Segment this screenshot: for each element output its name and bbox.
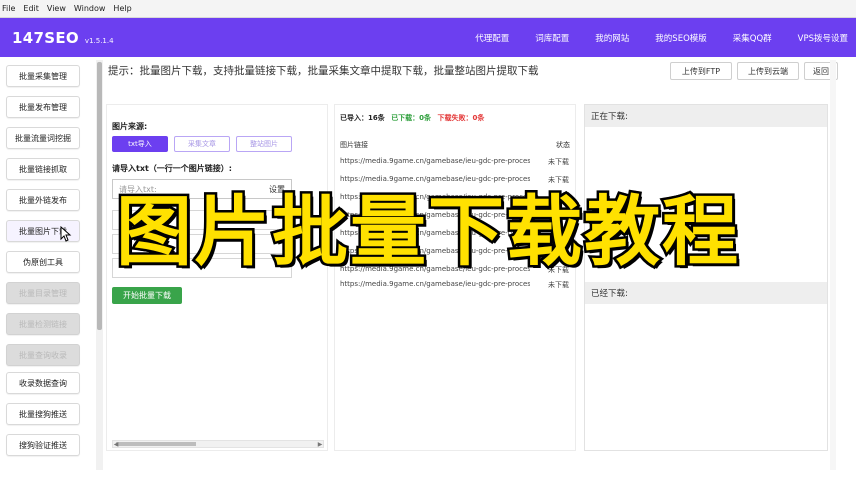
sidebar-item-directory-manage[interactable]: 批量目录管理 bbox=[6, 282, 80, 304]
upload-ftp-button[interactable]: 上传到FTP bbox=[670, 62, 732, 80]
sidebar-item-sogou-push[interactable]: 批量搜狗推送 bbox=[6, 403, 80, 425]
nav-vps-dial-settings[interactable]: VPS拨号设置 bbox=[798, 32, 848, 44]
start-download-button[interactable]: 开始批量下载 bbox=[112, 287, 182, 304]
menu-window[interactable]: Window bbox=[74, 4, 106, 13]
table-row-status: 未下载 bbox=[548, 281, 569, 289]
app-version: v1.5.1.4 bbox=[84, 36, 114, 45]
downloaded-header: 已经下载: bbox=[585, 282, 827, 304]
sidebar-item-link-crawl[interactable]: 批量链接抓取 bbox=[6, 158, 80, 180]
sidebar-item-batch-collect[interactable]: 批量采集管理 bbox=[6, 65, 80, 87]
source-txt-button[interactable]: txt导入 bbox=[112, 136, 168, 152]
downloaded-count: 已下载：0条 bbox=[391, 114, 432, 122]
page-tip: 提示：批量图片下载，支持批量链接下载，批量采集文章中提取下载，批量整站图片提取下… bbox=[108, 65, 539, 77]
sidebar-item-sogou-verify-push[interactable]: 搜狗验证推送 bbox=[6, 434, 80, 456]
scroll-right-arrow-icon[interactable]: ▶ bbox=[316, 440, 324, 448]
sidebar-item-link-check[interactable]: 批量检测链接 bbox=[6, 313, 80, 335]
table-row-url[interactable]: https://media.9game.cn/gamebase/ieu-gdc-… bbox=[340, 280, 530, 288]
source-label: 图片来源: bbox=[112, 122, 148, 131]
import-label: 请导入txt（一行一个图片链接）: bbox=[112, 164, 233, 173]
sidebar-item-index-data[interactable]: 收录数据查询 bbox=[6, 372, 80, 394]
sidebar-item-index-query[interactable]: 批量查询收录 bbox=[6, 344, 80, 366]
nav-seo-templates[interactable]: 我的SEO模版 bbox=[655, 32, 706, 44]
nav-qq-group[interactable]: 采集QQ群 bbox=[733, 32, 772, 44]
nav-thesaurus-config[interactable]: 词库配置 bbox=[535, 32, 569, 44]
menu-help[interactable]: Help bbox=[113, 4, 131, 13]
failed-count: 下载失败：0条 bbox=[437, 114, 485, 122]
source-site-button[interactable]: 整站图片 bbox=[236, 136, 292, 152]
column-header-status: 状态 bbox=[556, 141, 570, 149]
table-row-url[interactable]: https://media.9game.cn/gamebase/ieu-gdc-… bbox=[340, 175, 530, 183]
sidebar-item-batch-publish[interactable]: 批量发布管理 bbox=[6, 96, 80, 118]
column-header-link: 图片链接 bbox=[340, 141, 368, 149]
sidebar-item-traffic-keywords[interactable]: 批量流量词挖掘 bbox=[6, 127, 80, 149]
nav-proxy-config[interactable]: 代理配置 bbox=[475, 32, 509, 44]
left-panel-hscroll-thumb[interactable] bbox=[116, 442, 196, 446]
menu-edit[interactable]: Edit bbox=[23, 4, 39, 13]
scroll-left-arrow-icon[interactable]: ◀ bbox=[112, 440, 120, 448]
source-article-button[interactable]: 采集文章 bbox=[174, 136, 230, 152]
menu-file[interactable]: File bbox=[2, 4, 15, 13]
app-header: 147SEO v1.5.1.4 代理配置 词库配置 我的网站 我的SEO模版 采… bbox=[0, 18, 856, 57]
upload-cloud-button[interactable]: 上传到云端 bbox=[737, 62, 799, 80]
top-nav: 代理配置 词库配置 我的网站 我的SEO模版 采集QQ群 VPS拨号设置 bbox=[449, 18, 848, 57]
downloading-header: 正在下载: bbox=[585, 105, 827, 127]
table-row-url[interactable]: https://media.9game.cn/gamebase/ieu-gdc-… bbox=[340, 157, 530, 165]
app-logo: 147SEO bbox=[12, 28, 79, 47]
window-menu-bar: File Edit View Window Help bbox=[0, 0, 856, 18]
download-stats: 已导入：16条 已下载：0条 下载失败：0条 bbox=[340, 113, 484, 123]
table-row-status: 未下载 bbox=[548, 176, 569, 184]
table-row-status: 未下载 bbox=[548, 158, 569, 166]
nav-my-sites[interactable]: 我的网站 bbox=[595, 32, 629, 44]
imported-count: 已导入：16条 bbox=[340, 114, 385, 122]
mouse-pointer-icon bbox=[60, 226, 72, 242]
tutorial-caption: 图片批量下载教程 bbox=[114, 185, 741, 279]
menu-view[interactable]: View bbox=[47, 4, 66, 13]
